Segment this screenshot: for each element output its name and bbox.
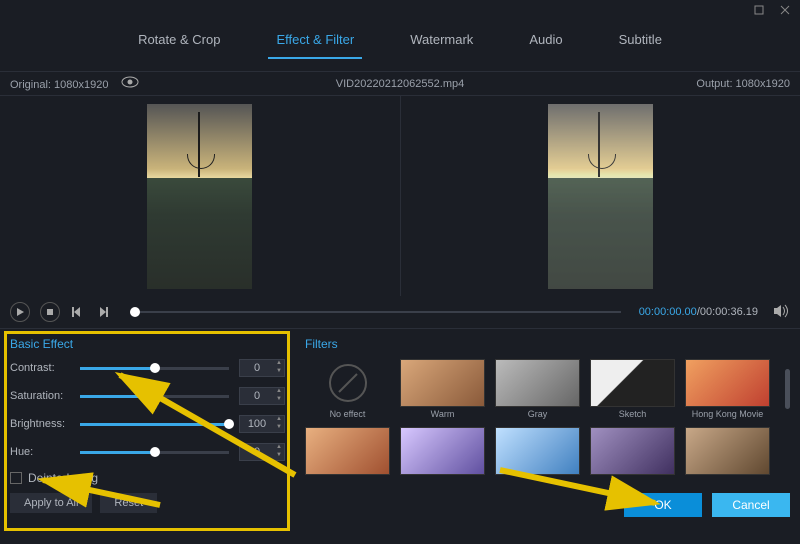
hue-value-input[interactable]: 0▲▼ xyxy=(239,443,285,461)
preview-output xyxy=(401,96,800,296)
filter-item[interactable] xyxy=(685,427,770,475)
contrast-slider[interactable] xyxy=(80,367,229,370)
progress-bar[interactable] xyxy=(130,311,621,313)
output-resolution: Output: 1080x1920 xyxy=(696,78,790,90)
hue-step-down[interactable]: ▼ xyxy=(274,452,284,460)
brightness-step-up[interactable]: ▲ xyxy=(274,416,284,424)
filter-item[interactable] xyxy=(495,427,580,475)
filter-sketch[interactable]: Sketch xyxy=(590,359,675,419)
filter-no-effect[interactable]: No effect xyxy=(305,359,390,419)
basic-effect-title: Basic Effect xyxy=(10,337,285,351)
hue-step-up[interactable]: ▲ xyxy=(274,444,284,452)
filter-label: Hong Kong Movie xyxy=(692,409,764,419)
next-frame-button[interactable] xyxy=(96,304,112,320)
filter-warm[interactable]: Warm xyxy=(400,359,485,419)
tab-rotate-crop[interactable]: Rotate & Crop xyxy=(130,28,228,59)
prev-frame-button[interactable] xyxy=(70,304,86,320)
cancel-button[interactable]: Cancel xyxy=(712,493,790,517)
tab-watermark[interactable]: Watermark xyxy=(402,28,481,59)
filter-label: Gray xyxy=(528,409,548,419)
contrast-value-input[interactable]: 0▲▼ xyxy=(239,359,285,377)
filters-title: Filters xyxy=(305,337,790,351)
filter-gray[interactable]: Gray xyxy=(495,359,580,419)
apply-to-all-button[interactable]: Apply to All xyxy=(10,493,92,513)
footer-buttons: OK Cancel xyxy=(624,493,790,517)
progress-handle[interactable] xyxy=(130,307,140,317)
tab-effect-filter[interactable]: Effect & Filter xyxy=(268,28,362,59)
saturation-value-input[interactable]: 0▲▼ xyxy=(239,387,285,405)
close-button[interactable] xyxy=(778,3,792,17)
no-effect-icon xyxy=(329,364,367,402)
preview-original xyxy=(0,96,401,296)
contrast-step-up[interactable]: ▲ xyxy=(274,360,284,368)
stop-button[interactable] xyxy=(40,302,60,322)
contrast-label: Contrast: xyxy=(10,362,80,374)
maximize-button[interactable] xyxy=(752,3,766,17)
filter-item[interactable] xyxy=(400,427,485,475)
saturation-step-up[interactable]: ▲ xyxy=(274,388,284,396)
tabs-bar: Rotate & Crop Effect & Filter Watermark … xyxy=(0,20,800,72)
title-bar xyxy=(0,0,800,20)
current-time: 00:00:00.00 xyxy=(639,306,697,318)
info-bar: Original: 1080x1920 VID20220212062552.mp… xyxy=(0,72,800,96)
filter-item[interactable] xyxy=(305,427,390,475)
filter-label: Warm xyxy=(431,409,455,419)
saturation-slider[interactable] xyxy=(80,395,229,398)
playback-controls: 00:00:00.00/00:00:36.19 xyxy=(0,296,800,329)
tab-subtitle[interactable]: Subtitle xyxy=(611,28,670,59)
preview-output-image xyxy=(548,104,653,289)
preview-toggle-icon[interactable] xyxy=(120,76,140,88)
filter-label: Sketch xyxy=(619,409,647,419)
ok-button[interactable]: OK xyxy=(624,493,702,517)
duration-time: 00:00:36.19 xyxy=(700,306,758,318)
brightness-step-down[interactable]: ▼ xyxy=(274,424,284,432)
saturation-label: Saturation: xyxy=(10,390,80,402)
reset-button[interactable]: Reset xyxy=(100,493,157,513)
time-display: 00:00:00.00/00:00:36.19 xyxy=(639,306,758,318)
deinterlacing-checkbox[interactable] xyxy=(10,472,22,484)
tab-audio[interactable]: Audio xyxy=(521,28,570,59)
contrast-step-down[interactable]: ▼ xyxy=(274,368,284,376)
filename-label: VID20220212062552.mp4 xyxy=(336,78,464,90)
filter-label: No effect xyxy=(330,409,366,419)
preview-original-image xyxy=(147,104,252,289)
original-resolution: Original: 1080x1920 xyxy=(10,79,108,91)
brightness-label: Brightness: xyxy=(10,418,80,430)
deinterlacing-label: Deinterlacing xyxy=(28,471,98,485)
filter-item[interactable] xyxy=(590,427,675,475)
preview-area xyxy=(0,96,800,296)
volume-icon[interactable] xyxy=(774,304,790,321)
basic-effect-panel: Basic Effect Contrast: 0▲▼ Saturation: 0… xyxy=(0,329,295,544)
play-button[interactable] xyxy=(10,302,30,322)
saturation-step-down[interactable]: ▼ xyxy=(274,396,284,404)
hue-slider[interactable] xyxy=(80,451,229,454)
brightness-value-input[interactable]: 100▲▼ xyxy=(239,415,285,433)
brightness-slider[interactable] xyxy=(80,423,229,426)
hue-label: Hue: xyxy=(10,446,80,458)
filter-hk-movie[interactable]: Hong Kong Movie xyxy=(685,359,770,419)
